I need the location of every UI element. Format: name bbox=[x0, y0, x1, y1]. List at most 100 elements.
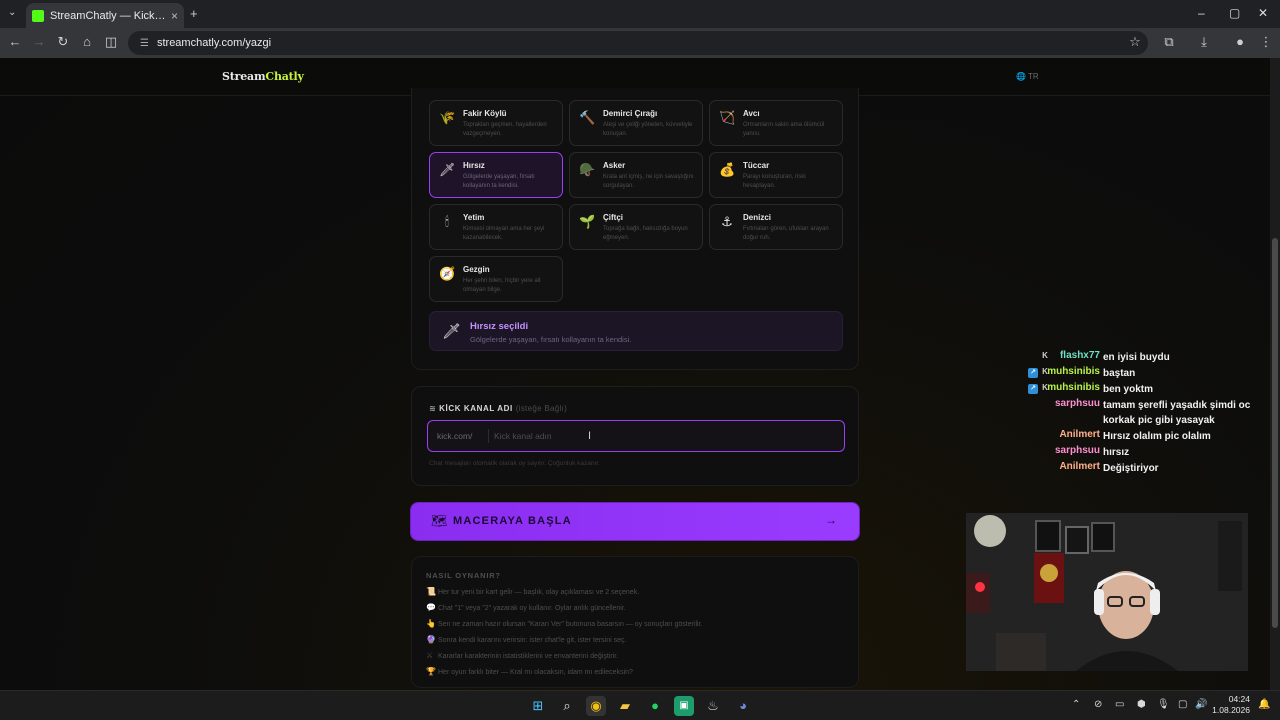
class-card-hirsiz[interactable]: 🗡 Hırsız Gölgelerde yaşayan, fırsatı kolla… bbox=[429, 152, 563, 198]
side-panel-icon[interactable]: ◫ bbox=[102, 34, 120, 50]
tray-shield-icon[interactable]: ⬢ bbox=[1137, 699, 1146, 710]
app-icon[interactable]: ▣ bbox=[674, 696, 694, 716]
how-to-item: 👆 Sen ne zaman hazır olursan "Kararı Ver"… bbox=[426, 619, 703, 628]
selected-class-banner: 🗡 Hırsız seçildi Gölgelerde yaşayan, fır… bbox=[429, 311, 843, 351]
class-card-tuccar[interactable]: 💰 Tüccar Parayı konuşturan, riski hesaplay… bbox=[709, 152, 843, 198]
spotify-icon[interactable]: ● bbox=[645, 696, 665, 716]
taskbar-clock[interactable]: 04:24 1.08.2026 bbox=[1210, 694, 1250, 716]
class-card-ciftci[interactable]: 🌱 Çiftçi Toprağa bağlı, haksızlığa boyun e… bbox=[569, 204, 703, 250]
how-to-emoji-icon: 👆 bbox=[426, 619, 436, 628]
tray-overflow-icon[interactable]: ⌃ bbox=[1072, 699, 1080, 710]
class-card-yetim[interactable]: 🕯 Yetim Kimsesi olmayan ama her şeyi kazan… bbox=[429, 204, 563, 250]
kick-optional-text: (isteğe Bağlı) bbox=[515, 404, 568, 413]
class-desc: Kimsesi olmayan ama her şeyi kazanabilec… bbox=[463, 226, 545, 241]
how-to-item: ⚔ Kararlar karakterinin istatistiklerini … bbox=[426, 651, 618, 660]
chat-username[interactable]: sarphsuu bbox=[1010, 398, 1100, 409]
class-name: Denizci bbox=[743, 213, 772, 222]
address-bar[interactable]: ☰ streamchatly.com/yazgi bbox=[128, 31, 1148, 55]
notification-bell-icon[interactable]: 🔔 bbox=[1258, 699, 1270, 710]
chat-username[interactable]: flashx77 bbox=[1010, 350, 1100, 361]
start-menu-icon[interactable]: ⊞ bbox=[528, 696, 548, 716]
maximize-button[interactable]: ▢ bbox=[1229, 6, 1240, 20]
scrollbar-thumb[interactable] bbox=[1272, 238, 1278, 628]
minimize-button[interactable]: – bbox=[1198, 6, 1205, 20]
browser-tab[interactable]: StreamChatly — Kick Yayıncıları... × bbox=[26, 3, 184, 28]
kick-channel-label: ≋ KİCK KANAL ADI (isteğe Bağlı) bbox=[429, 404, 567, 413]
site-info-icon[interactable]: ☰ bbox=[140, 38, 149, 49]
profile-avatar-icon[interactable]: ● bbox=[1231, 34, 1249, 49]
class-desc: Ormanların sakin ama ölümcül yanısı. bbox=[743, 122, 825, 137]
tray-battery-icon[interactable]: ▭ bbox=[1115, 699, 1124, 710]
class-desc: Parayı konuşturan, riski hesaplayan. bbox=[743, 174, 806, 189]
discord-icon[interactable]: ◕ bbox=[733, 696, 753, 716]
selected-class-desc: Gölgelerde yaşayan, fırsatı kollayanın t… bbox=[470, 335, 632, 344]
tray-network-off-icon[interactable]: ⊘ bbox=[1094, 699, 1102, 710]
chat-username[interactable]: muhsinibis bbox=[1010, 366, 1100, 377]
forward-icon[interactable]: → bbox=[30, 34, 48, 49]
bookmark-star-icon[interactable]: ☆ bbox=[1126, 34, 1144, 50]
class-name: Yetim bbox=[463, 213, 485, 222]
how-to-play-panel: NASIL OYNANIR? 📜 Her tur yeni bir kart ge… bbox=[411, 556, 859, 688]
how-to-emoji-icon: 📜 bbox=[426, 587, 436, 596]
page-scrollbar[interactable] bbox=[1270, 58, 1280, 690]
search-icon[interactable]: ⌕ bbox=[557, 696, 577, 716]
favicon-icon bbox=[32, 9, 44, 22]
start-adventure-button[interactable]: 🗺 MACERAYA BAŞLA → bbox=[411, 503, 859, 540]
how-to-text: Her oyun farklı biter — Kral mı olacaksı… bbox=[438, 669, 633, 676]
steam-icon[interactable]: ♨ bbox=[703, 696, 723, 716]
extensions-icon[interactable]: ⧉ bbox=[1160, 34, 1178, 50]
browser-toolbar: ← → ↻ ⌂ ◫ ☰ streamchatly.com/yazgi ☆ ⧉ ⤓… bbox=[0, 28, 1280, 58]
class-card-demirci-ciragi[interactable]: 🔨 Demirci Çırağı Ateşi ve çeliği yöneten, … bbox=[569, 100, 703, 146]
menu-kebab-icon[interactable]: ⋮ bbox=[1257, 34, 1275, 50]
class-selection-panel: 🌾 Fakir Köylü Toprakları geçmen, hayallerd… bbox=[411, 88, 859, 370]
anchor-icon: ⚓ bbox=[721, 214, 733, 229]
home-icon[interactable]: ⌂ bbox=[78, 34, 96, 49]
globe-icon: 🌐 bbox=[1016, 72, 1026, 81]
tray-volume-icon[interactable]: 🔊 bbox=[1195, 699, 1207, 710]
kick-channel-input[interactable] bbox=[494, 427, 834, 445]
class-desc: Fırtınaları gören, ufukları arayan doğur… bbox=[743, 226, 829, 241]
webcam-feed-image bbox=[966, 513, 1248, 671]
back-icon[interactable]: ← bbox=[6, 34, 24, 49]
bow-icon: 🏹 bbox=[719, 110, 736, 125]
new-tab-button[interactable]: + bbox=[190, 6, 198, 21]
site-logo[interactable]: StreamChatly bbox=[222, 70, 304, 83]
how-to-item: 🔮 Sonra kendi kararını verirsin: ister ch… bbox=[426, 635, 626, 644]
chat-username[interactable]: sarphsuu bbox=[1010, 445, 1100, 456]
kick-channel-input-wrapper[interactable]: kick.com/ I bbox=[427, 420, 845, 452]
class-card-asker[interactable]: 🪖 Asker Krala ant içmiş, ne için savaştığı… bbox=[569, 152, 703, 198]
class-card-fakir-koylu[interactable]: 🌾 Fakir Köylü Toprakları geçmen, hayallerd… bbox=[429, 100, 563, 146]
tab-search-icon[interactable]: ⌄ bbox=[8, 7, 16, 18]
logo-part-chatly: Chatly bbox=[265, 70, 304, 83]
webcam-overlay bbox=[966, 513, 1248, 671]
kick-url-prefix: kick.com/ bbox=[437, 431, 473, 441]
chat-username[interactable]: muhsinibis bbox=[1010, 382, 1100, 393]
tray-display-icon[interactable]: ▢ bbox=[1178, 699, 1187, 710]
class-desc: Toprakları geçmen, hayallerden vazgeçmey… bbox=[463, 122, 547, 137]
url-text: streamchatly.com/yazgi bbox=[156, 37, 272, 49]
close-window-button[interactable]: ✕ bbox=[1258, 6, 1268, 20]
tray-mic-icon[interactable]: 🎙 bbox=[1157, 699, 1170, 710]
class-name: Gezgin bbox=[463, 265, 490, 274]
how-to-item: 📜 Her tur yeni bir kart gelir — başlık, o… bbox=[426, 587, 639, 596]
class-name: Çiftçi bbox=[603, 213, 623, 222]
chrome-icon[interactable]: ◉ bbox=[586, 696, 606, 716]
chat-text: baştan bbox=[1103, 368, 1136, 379]
class-card-gezgin[interactable]: 🧭 Gezgin Her şehri bilen, hiçbir yere ait … bbox=[429, 256, 563, 302]
chat-username[interactable]: Anilmert bbox=[1010, 429, 1100, 440]
language-switcher[interactable]: 🌐 TR bbox=[1016, 72, 1039, 81]
reload-icon[interactable]: ↻ bbox=[54, 34, 72, 50]
class-desc: Krala ant içmiş, ne için savaştığını sor… bbox=[603, 174, 694, 189]
class-card-avci[interactable]: 🏹 Avcı Ormanların sakin ama ölümcül yanısı… bbox=[709, 100, 843, 146]
class-card-denizci[interactable]: ⚓ Denizci Fırtınaları gören, ufukları aray… bbox=[709, 204, 843, 250]
file-explorer-icon[interactable]: ▰ bbox=[615, 696, 635, 716]
chat-username[interactable]: Anilmert bbox=[1010, 461, 1100, 472]
chat-text: Hırsız olalım pic olalım bbox=[1103, 431, 1211, 442]
how-to-emoji-icon: ⚔ bbox=[426, 651, 434, 660]
sprout-icon: 🌱 bbox=[579, 214, 596, 229]
class-name: Tüccar bbox=[743, 161, 770, 170]
kick-hint-text: Chat mesajları otomatik olarak oy sayılı… bbox=[429, 460, 600, 467]
tab-close-icon[interactable]: × bbox=[171, 9, 178, 23]
downloads-icon[interactable]: ⤓ bbox=[1195, 34, 1213, 50]
page-viewport: StreamChatly 🌐 TR 🌾 Fakir Köylü Toprakları… bbox=[0, 58, 1270, 690]
